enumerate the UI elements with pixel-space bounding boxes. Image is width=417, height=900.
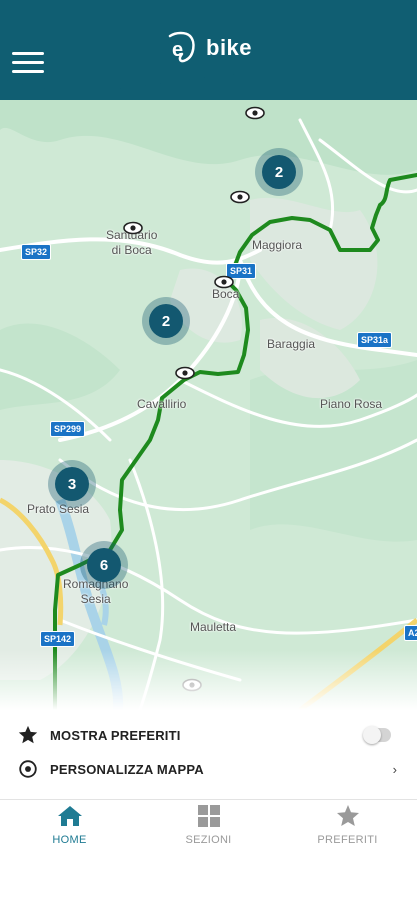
tab-sezioni[interactable]: SEZIONI xyxy=(139,804,278,856)
road-badge-sp299: SP299 xyxy=(50,421,86,437)
toggle-knob xyxy=(363,726,381,744)
map-cluster-marker[interactable]: 3 xyxy=(48,460,96,508)
map-options-panel: MOSTRA PREFERITI PERSONALIZZA MAPPA › xyxy=(0,712,417,800)
tab-sezioni-label: SEZIONI xyxy=(185,834,232,846)
bottom-tab-bar: HOME SEZIONI PREFERITI xyxy=(0,800,417,860)
map-cluster-marker[interactable]: 6 xyxy=(80,541,128,589)
star-icon xyxy=(18,725,38,744)
place-label-maggiora: Maggiora xyxy=(252,238,303,252)
home-icon xyxy=(57,806,82,826)
menu-line xyxy=(12,52,44,55)
cluster-count: 2 xyxy=(262,155,296,189)
menu-line xyxy=(12,61,44,64)
cluster-count: 3 xyxy=(55,467,89,501)
grid-icon xyxy=(197,805,220,827)
show-favorites-toggle[interactable] xyxy=(363,726,391,744)
place-label-piano-rosa: Piano Rosa xyxy=(320,397,383,411)
place-label-baraggia: Baraggia xyxy=(267,337,316,351)
poi-eye-icon[interactable] xyxy=(175,366,195,380)
map-cluster-marker[interactable]: 2 xyxy=(255,148,303,196)
cluster-count: 2 xyxy=(149,304,183,338)
place-label-boca: Boca xyxy=(212,287,240,301)
tab-preferiti-label: PREFERITI xyxy=(317,834,378,846)
tab-home[interactable]: HOME xyxy=(0,804,139,856)
road-badge-a2: A2 xyxy=(404,625,417,641)
road-badge-sp142: SP142 xyxy=(40,631,76,647)
road-badge-sp31a: SP31a xyxy=(357,332,393,348)
show-favorites-label: MOSTRA PREFERITI xyxy=(50,727,181,743)
cluster-count: 6 xyxy=(87,548,121,582)
map-cluster-marker[interactable]: 2 xyxy=(142,297,190,345)
map-background xyxy=(0,80,417,710)
tab-preferiti[interactable]: PREFERITI xyxy=(278,804,417,856)
svg-text:e: e xyxy=(172,39,183,61)
tab-home-label: HOME xyxy=(52,834,87,846)
chevron-right-icon: › xyxy=(392,761,397,777)
logo-text: bike xyxy=(206,35,253,60)
map-view[interactable]: Santuario di Boca Maggiora Boca Baraggia … xyxy=(0,80,417,710)
customize-map-label: PERSONALIZZA MAPPA xyxy=(50,761,204,777)
ebike-logo-icon: e xyxy=(168,31,195,63)
star-icon xyxy=(336,805,359,826)
menu-line xyxy=(12,70,44,73)
place-label-mauletta: Mauletta xyxy=(190,620,237,634)
target-icon xyxy=(19,760,37,778)
customize-map-row[interactable]: PERSONALIZZA MAPPA › xyxy=(0,752,417,786)
road-badge-sp32: SP32 xyxy=(21,244,52,260)
map-bottom-fade xyxy=(0,650,417,710)
app-logo: e bike xyxy=(164,26,252,66)
poi-eye-icon[interactable] xyxy=(214,275,234,289)
place-label-cavallirio: Cavallirio xyxy=(137,397,187,411)
header-curve xyxy=(0,70,417,92)
poi-eye-icon[interactable] xyxy=(230,190,250,204)
hamburger-menu-button[interactable] xyxy=(12,52,44,78)
show-favorites-row[interactable]: MOSTRA PREFERITI xyxy=(0,718,417,752)
poi-eye-icon[interactable] xyxy=(123,221,143,235)
